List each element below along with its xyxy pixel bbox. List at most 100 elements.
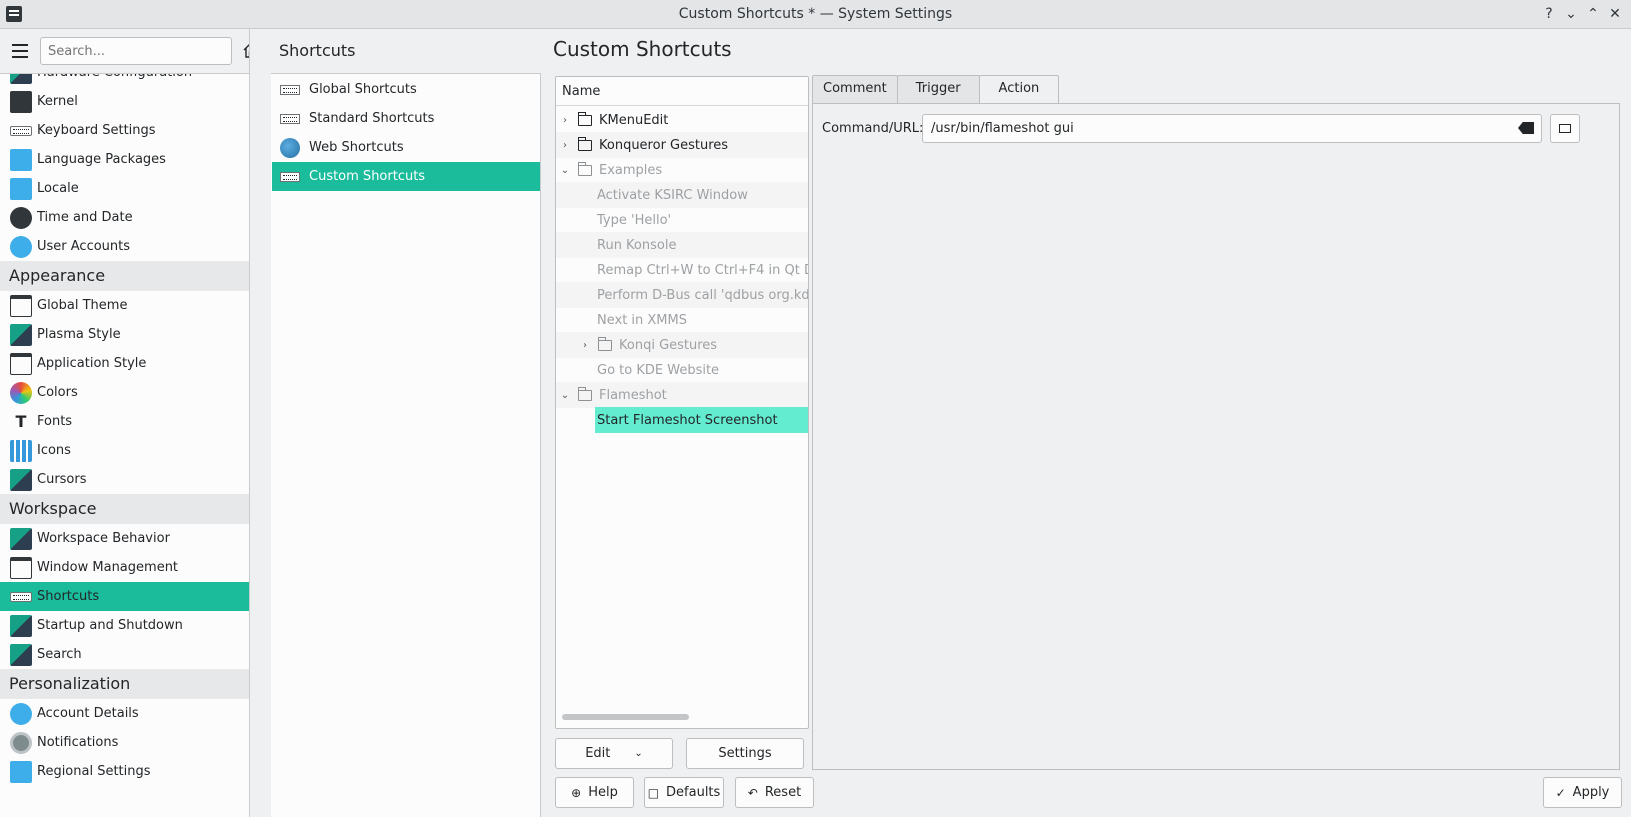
sidebar-item-label: Cursors xyxy=(37,472,87,487)
sidebar-item-global-theme[interactable]: Global Theme xyxy=(0,291,249,320)
tree-row-start-flameshot-screenshot[interactable]: Start Flameshot Screenshot xyxy=(595,407,808,433)
tree-row-konqueror-gestures[interactable]: › Konqueror Gestures xyxy=(556,132,808,158)
sidebar-item-keyboard-settings[interactable]: Keyboard Settings xyxy=(0,116,249,145)
tree-row-kmenuedit[interactable]: › KMenuEdit xyxy=(556,107,808,133)
reset-button[interactable]: ↶ Reset xyxy=(735,777,814,808)
category-workspace: Workspace xyxy=(0,494,249,524)
search-settings-icon xyxy=(10,643,32,666)
tree-row-label: Activate KSIRC Window xyxy=(597,187,748,203)
sidebar-item-icons[interactable]: Icons xyxy=(0,436,249,465)
tree-row-activate-ksirc[interactable]: Activate KSIRC Window xyxy=(556,182,808,208)
shortcuts-item-web[interactable]: Web Shortcuts xyxy=(272,133,540,162)
keyboard-icon xyxy=(280,113,300,124)
edit-button[interactable]: Edit ⌄ xyxy=(555,738,673,769)
browse-button[interactable] xyxy=(1550,114,1580,143)
sidebar-item-window-management[interactable]: Window Management xyxy=(0,553,249,582)
search-input[interactable] xyxy=(40,37,232,65)
sidebar: Hardware Configuration Kernel Keyboard S… xyxy=(0,29,250,817)
sidebar-item-search[interactable]: Search xyxy=(0,640,249,669)
account-icon xyxy=(10,702,32,725)
shortcuts-item-label: Standard Shortcuts xyxy=(309,111,435,126)
user-icon xyxy=(10,235,32,258)
colors-icon xyxy=(10,381,32,404)
startup-icon xyxy=(10,614,32,637)
tree-row-flameshot[interactable]: ⌄ Flameshot xyxy=(556,382,808,408)
expand-arrow-icon[interactable]: › xyxy=(578,340,592,351)
expand-arrow-icon[interactable]: › xyxy=(558,115,572,126)
help-lifebuoy-icon: ⊕ xyxy=(571,785,582,800)
sidebar-item-label: Kernel xyxy=(37,94,78,109)
sidebar-item-application-style[interactable]: Application Style xyxy=(0,349,249,378)
tree-row-konqi-gestures[interactable]: › Konqi Gestures xyxy=(556,332,808,358)
sidebar-item-label: Language Packages xyxy=(37,152,166,167)
tab-comment[interactable]: Comment xyxy=(812,75,898,103)
sidebar-item-label: User Accounts xyxy=(37,239,131,254)
tree-row-dbus-call[interactable]: Perform D-Bus call 'qdbus org.kde xyxy=(556,282,808,308)
sidebar-item-cursors[interactable]: Cursors xyxy=(0,465,249,494)
tree-row-next-in-xmms[interactable]: Next in XMMS xyxy=(556,307,808,333)
sidebar-item-account-details[interactable]: Account Details xyxy=(0,699,249,728)
maximize-icon[interactable]: ⌃ xyxy=(1583,4,1603,24)
tree-header-name[interactable]: Name xyxy=(556,77,808,106)
help-button[interactable]: ⊕ Help xyxy=(555,777,634,808)
collapse-arrow-icon[interactable]: ⌄ xyxy=(558,390,572,401)
theme-icon xyxy=(10,294,32,317)
tree-row-go-to-kde-website[interactable]: Go to KDE Website xyxy=(556,357,808,383)
apply-button-label: Apply xyxy=(1572,785,1610,800)
home-icon[interactable] xyxy=(242,41,250,59)
sidebar-item-language-packages[interactable]: Language Packages xyxy=(0,145,249,174)
sidebar-item-regional-settings[interactable]: Regional Settings xyxy=(0,757,249,786)
shortcuts-item-standard[interactable]: Standard Shortcuts xyxy=(272,104,540,133)
sidebar-item-locale[interactable]: Locale xyxy=(0,174,249,203)
locale-icon xyxy=(10,177,32,200)
collapse-arrow-icon[interactable]: ⌄ xyxy=(558,165,572,176)
tree-row-label: Remap Ctrl+W to Ctrl+F4 in Qt Des xyxy=(597,262,809,278)
settings-button[interactable]: Settings xyxy=(686,738,804,769)
tree-horizontal-scrollbar[interactable] xyxy=(562,714,689,720)
tree-row-remap-ctrl-w[interactable]: Remap Ctrl+W to Ctrl+F4 in Qt Des xyxy=(556,257,809,283)
keyboard-icon xyxy=(280,171,300,182)
defaults-icon: □ xyxy=(647,785,660,800)
clear-text-icon[interactable] xyxy=(1518,122,1534,134)
shortcuts-item-custom[interactable]: Custom Shortcuts xyxy=(272,162,540,191)
sidebar-item-workspace-behavior[interactable]: Workspace Behavior xyxy=(0,524,249,553)
command-url-label: Command/URL: xyxy=(822,121,924,136)
sidebar-item-fonts[interactable]: T Fonts xyxy=(0,407,249,436)
tree-row-examples[interactable]: ⌄ Examples xyxy=(556,157,808,183)
sidebar-item-plasma-style[interactable]: Plasma Style xyxy=(0,320,249,349)
sidebar-item-time-and-date[interactable]: Time and Date xyxy=(0,203,249,232)
reset-button-label: Reset xyxy=(764,785,802,800)
sidebar-item-user-accounts[interactable]: User Accounts xyxy=(0,232,249,261)
hamburger-menu-icon[interactable] xyxy=(12,44,28,58)
tree-row-label: Examples xyxy=(599,162,663,178)
tree-row-run-konsole[interactable]: Run Konsole xyxy=(556,232,808,258)
sidebar-item-startup-and-shutdown[interactable]: Startup and Shutdown xyxy=(0,611,249,640)
folder-icon xyxy=(578,161,592,176)
regional-icon xyxy=(10,760,32,783)
sidebar-item-notifications[interactable]: Notifications xyxy=(0,728,249,757)
sidebar-item-label: Account Details xyxy=(37,706,139,721)
shortcuts-item-global[interactable]: Global Shortcuts xyxy=(272,75,540,104)
sidebar-item-shortcuts[interactable]: Shortcuts xyxy=(0,582,249,611)
shortcuts-panel: Shortcuts Global Shortcuts Standard Shor… xyxy=(271,29,541,817)
tree-row-label: Start Flameshot Screenshot xyxy=(597,412,778,428)
workspace-behavior-icon xyxy=(10,527,32,550)
sidebar-item-kernel[interactable]: Kernel xyxy=(0,87,249,116)
sidebar-item-label: Search xyxy=(37,647,82,662)
sidebar-item-colors[interactable]: Colors xyxy=(0,378,249,407)
plasma-style-icon xyxy=(10,323,32,346)
command-url-input[interactable]: /usr/bin/flameshot gui xyxy=(922,114,1542,143)
language-icon xyxy=(10,148,32,171)
tab-action[interactable]: Action xyxy=(978,75,1060,104)
apply-button[interactable]: ✓ Apply xyxy=(1543,777,1622,808)
help-icon[interactable]: ? xyxy=(1539,4,1559,24)
tree-row-type-hello[interactable]: Type 'Hello' xyxy=(556,207,808,233)
category-personalization: Personalization xyxy=(0,669,249,699)
folder-icon xyxy=(578,136,592,151)
tab-trigger[interactable]: Trigger xyxy=(896,75,980,103)
tab-panel-action: Command/URL: /usr/bin/flameshot gui xyxy=(812,103,1620,770)
minimize-icon[interactable]: ⌄ xyxy=(1561,4,1581,24)
defaults-button[interactable]: □ Defaults xyxy=(644,777,724,808)
close-icon[interactable]: ✕ xyxy=(1605,4,1625,24)
expand-arrow-icon[interactable]: › xyxy=(558,140,572,151)
